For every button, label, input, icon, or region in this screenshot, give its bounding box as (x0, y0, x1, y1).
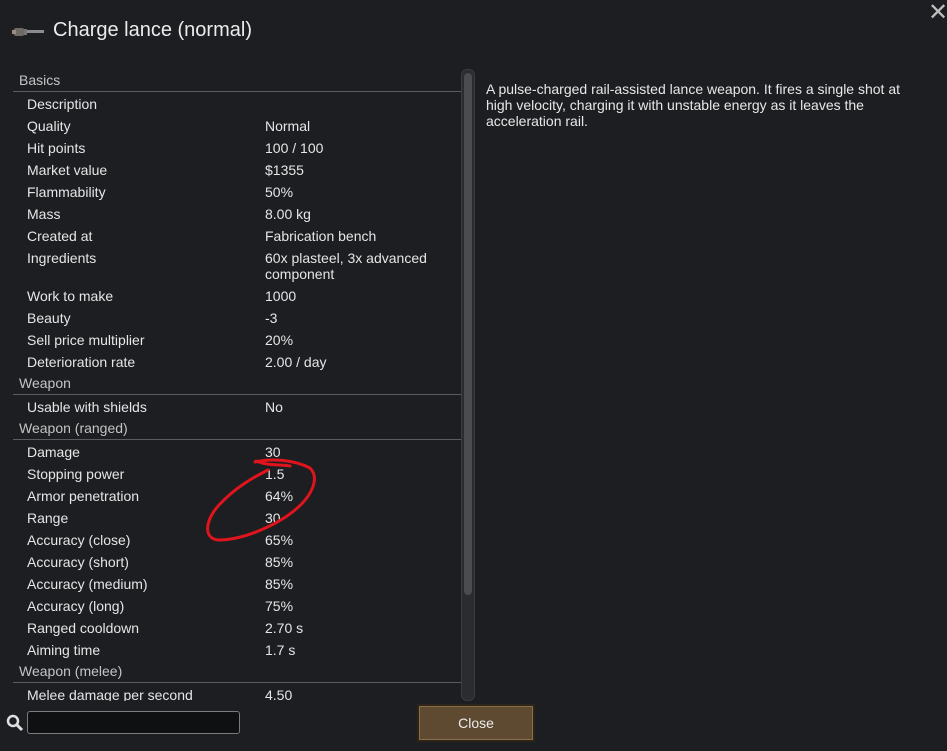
stat-row[interactable]: Usable with shields No (13, 396, 465, 418)
stat-row[interactable]: Flammability 50% (13, 181, 465, 203)
stat-label: Sell price multiplier (27, 332, 145, 348)
info-window: ✕ Charge lance (normal) Basics Descriptio… (0, 0, 947, 751)
stat-row[interactable]: Description (13, 93, 465, 115)
stat-row[interactable]: Deterioration rate 2.00 / day (13, 351, 465, 373)
stat-value: 50% (265, 184, 294, 200)
stat-row[interactable]: Market value $1355 (13, 159, 465, 181)
stat-row[interactable]: Aiming time 1.7 s (13, 639, 465, 661)
section-header: Weapon (13, 373, 465, 395)
stat-row[interactable]: Accuracy (short) 85% (13, 551, 465, 573)
stat-row[interactable]: Accuracy (long) 75% (13, 595, 465, 617)
stat-row[interactable]: Armor penetration 64% (13, 485, 465, 507)
stat-value: 1000 (265, 288, 297, 304)
stat-label: Flammability (27, 184, 106, 200)
stat-label: Range (27, 510, 69, 526)
stat-row[interactable]: Ranged cooldown 2.70 s (13, 617, 465, 639)
stat-label: Accuracy (medium) (27, 576, 148, 592)
stat-row[interactable]: Mass 8.00 kg (13, 203, 465, 225)
stat-value: 100 / 100 (265, 140, 324, 156)
stat-value: 60x plasteel, 3x advanced component (265, 250, 427, 282)
stat-label: Quality (27, 118, 71, 134)
stat-label: Stopping power (27, 466, 125, 482)
stat-value: 64% (265, 488, 294, 504)
stat-label: Accuracy (close) (27, 532, 131, 548)
item-description: A pulse-charged rail-assisted lance weap… (486, 81, 901, 129)
stat-label: Created at (27, 228, 93, 244)
stat-row[interactable]: Range 30 (13, 507, 465, 529)
stat-label: Damage (27, 444, 80, 460)
stat-label: Ranged cooldown (27, 620, 140, 636)
stat-label: Mass (27, 206, 61, 222)
stat-label: Work to make (27, 288, 114, 304)
stat-value: 30 (265, 444, 281, 460)
scrollbar[interactable] (461, 69, 475, 701)
stat-row[interactable]: Stopping power 1.5 (13, 463, 465, 485)
stat-label: Hit points (27, 140, 86, 156)
stat-row[interactable]: Work to make 1000 (13, 285, 465, 307)
scrollbar-thumb[interactable] (464, 73, 472, 595)
stat-value: 1.5 (265, 466, 285, 482)
stat-value: $1355 (265, 162, 304, 178)
stat-label: Market value (27, 162, 108, 178)
section-header: Weapon (melee) (13, 661, 465, 683)
stat-value: 75% (265, 598, 294, 614)
stat-label: Accuracy (short) (27, 554, 129, 570)
stat-row[interactable]: Quality Normal (13, 115, 465, 137)
stat-label: Ingredients (27, 250, 97, 266)
stat-row[interactable]: Accuracy (close) 65% (13, 529, 465, 551)
stat-value: 85% (265, 554, 294, 570)
stat-label: Deterioration rate (27, 354, 136, 370)
stat-value: Fabrication bench (265, 228, 377, 244)
stat-value: 2.00 / day (265, 354, 327, 370)
section-header: Weapon (ranged) (13, 418, 465, 440)
stat-row[interactable]: Created at Fabrication bench (13, 225, 465, 247)
stat-value: 30 (265, 510, 281, 526)
charge-lance-icon (12, 28, 44, 36)
stat-row[interactable]: Beauty -3 (13, 307, 465, 329)
window-title: Charge lance (normal) (53, 19, 252, 41)
stat-value: 1.7 s (265, 642, 296, 658)
stat-row[interactable]: Melee damage per second 4.50 (13, 684, 465, 701)
section-header: Basics (13, 70, 465, 92)
stat-value: 4.50 (265, 687, 293, 701)
stat-value: 65% (265, 532, 294, 548)
search-icon (6, 714, 24, 732)
stat-value: 85% (265, 576, 294, 592)
stat-label: Beauty (27, 310, 71, 326)
stat-label: Aiming time (27, 642, 101, 658)
stat-value: 2.70 s (265, 620, 304, 636)
stat-value: 20% (265, 332, 294, 348)
stats-list[interactable]: Basics Description Quality Normal Hit points… (13, 70, 465, 701)
close-icon[interactable]: ✕ (928, 0, 947, 24)
stat-row[interactable]: Sell price multiplier 20% (13, 329, 465, 351)
stat-label: Melee damage per second (27, 687, 193, 701)
stat-label: Armor penetration (27, 488, 140, 504)
stat-label: Accuracy (long) (27, 598, 125, 614)
stat-value (265, 93, 455, 115)
stat-value: -3 (265, 310, 278, 326)
stat-row[interactable]: Damage 30 (13, 441, 465, 463)
stat-value: 8.00 kg (265, 206, 311, 222)
stat-value: No (265, 399, 283, 415)
stat-label: Description (27, 96, 98, 112)
close-button[interactable]: Close (417, 704, 535, 742)
stat-row[interactable]: Hit points 100 / 100 (13, 137, 465, 159)
stat-label: Usable with shields (27, 399, 147, 415)
stat-value: Normal (265, 118, 311, 134)
search-input[interactable] (27, 711, 240, 734)
stat-row[interactable]: Accuracy (medium) 85% (13, 573, 465, 595)
stat-row[interactable]: Ingredients 60x plasteel, 3x advanced com… (13, 247, 465, 285)
